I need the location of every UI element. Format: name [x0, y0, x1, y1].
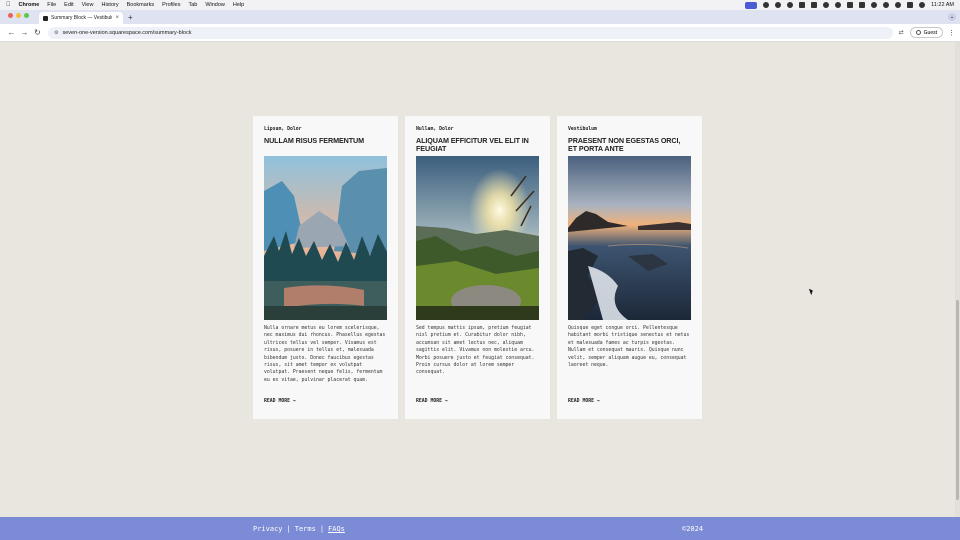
search-icon[interactable]: [895, 2, 902, 8]
summary-card: Lipsum, Dolor NULLAM RISUS FERMENTUM Nul…: [253, 116, 398, 419]
forward-arrow-icon[interactable]: →: [18, 28, 31, 37]
keyboard-icon[interactable]: [847, 2, 854, 8]
guest-profile-button[interactable]: Guest: [909, 27, 943, 38]
url-text[interactable]: seven-one-version.squarespace.com/summar…: [62, 30, 191, 36]
macos-menu-bar:  Chrome File Edit View History Bookmark…: [0, 0, 960, 10]
card-image-rocky-coast[interactable]: [568, 156, 691, 320]
menu-view[interactable]: View: [82, 2, 94, 8]
read-more-link[interactable]: READ MORE →: [568, 399, 600, 404]
zoom-window-icon[interactable]: [24, 12, 29, 18]
profile-icon: [915, 30, 921, 35]
battery-icon[interactable]: [859, 2, 866, 8]
squarespace-favicon-icon: [43, 15, 48, 21]
card-title[interactable]: ALIQUAM EFFICITUR VEL ELIT IN FEUGIAT: [416, 136, 539, 156]
footer-links: Privacy | Terms | FAQs: [253, 525, 345, 533]
read-more-link[interactable]: READ MORE →: [264, 399, 296, 404]
new-tab-icon[interactable]: +: [128, 12, 133, 24]
summary-card: Nullam, Dolor ALIQUAM EFFICITUR VEL ELIT…: [405, 116, 550, 419]
status-icon[interactable]: [763, 2, 770, 8]
card-image-sunset-hills[interactable]: [416, 156, 539, 320]
card-excerpt: Quisque eget congue orci. Pellentesque h…: [568, 326, 690, 369]
bluetooth-icon[interactable]: [823, 2, 830, 8]
close-window-icon[interactable]: [8, 12, 13, 18]
menu-history[interactable]: History: [101, 2, 118, 8]
guest-label: Guest: [923, 29, 937, 36]
browser-tab-strip: Summary Block — Vestibulu... × + ⌄: [0, 10, 960, 24]
card-excerpt: Sed tempus mattis ipsum, pretium feugiat…: [416, 326, 535, 376]
terms-link[interactable]: Terms: [295, 525, 316, 533]
menu-file[interactable]: File: [47, 2, 56, 8]
copyright-text: ©2024: [682, 525, 704, 533]
moon-icon[interactable]: [775, 2, 782, 8]
card-image-mountain-valley[interactable]: [264, 156, 387, 320]
site-settings-icon[interactable]: ⚙: [54, 30, 58, 36]
site-footer: Privacy | Terms | FAQs ©2024: [0, 517, 960, 540]
wifi-icon[interactable]: [871, 2, 878, 8]
summary-card: Vestibulum PRAESENT NON EGESTAS ORCI, ET…: [557, 116, 702, 419]
page-scrollbar[interactable]: [955, 42, 960, 517]
menu-window[interactable]: Window: [205, 2, 225, 8]
user-icon[interactable]: [883, 2, 890, 8]
card-excerpt: Nulla ornare metus eu lorem scelerisque,…: [264, 326, 386, 383]
clipboard-icon[interactable]: [811, 2, 818, 8]
window-controls: [0, 10, 35, 24]
reload-icon[interactable]: ↻: [31, 28, 44, 37]
card-category[interactable]: Lipsum, Dolor: [264, 127, 387, 133]
card-category[interactable]: Nullam, Dolor: [416, 127, 539, 133]
control-center-icon[interactable]: [907, 2, 914, 8]
screen-record-icon[interactable]: [745, 1, 758, 9]
status-icons: 11:22 AM: [745, 1, 954, 9]
menu-profiles[interactable]: Profiles: [162, 2, 180, 8]
card-title[interactable]: PRAESENT NON EGESTAS ORCI, ET PORTA ANTE: [568, 136, 691, 156]
faqs-link[interactable]: FAQs: [328, 525, 345, 533]
siri-icon[interactable]: [919, 2, 926, 8]
clock[interactable]: 11:22 AM: [931, 2, 954, 8]
browser-toolbar: ← → ↻ ⚙ seven-one-version.squarespace.co…: [0, 24, 960, 42]
privacy-link[interactable]: Privacy: [253, 525, 283, 533]
tab-search-chevron-icon[interactable]: ⌄: [948, 13, 956, 21]
menu-app-name[interactable]: Chrome: [19, 2, 40, 8]
close-tab-icon[interactable]: ×: [115, 15, 119, 21]
card-category[interactable]: Vestibulum: [568, 127, 691, 133]
menu-bookmarks[interactable]: Bookmarks: [127, 2, 155, 8]
browser-tab[interactable]: Summary Block — Vestibulu... ×: [39, 12, 123, 24]
minimize-window-icon[interactable]: [16, 12, 21, 18]
apple-icon[interactable]: : [6, 2, 11, 8]
status-icon[interactable]: [787, 2, 794, 8]
translate-icon[interactable]: ⇄: [899, 29, 904, 36]
footer-separator: |: [319, 525, 325, 533]
menu-help[interactable]: Help: [233, 2, 244, 8]
menu-edit[interactable]: Edit: [64, 2, 73, 8]
address-bar[interactable]: ⚙ seven-one-version.squarespace.com/summ…: [48, 26, 893, 39]
read-more-link[interactable]: READ MORE →: [416, 399, 448, 404]
volume-icon[interactable]: [835, 2, 842, 8]
mouse-cursor-icon: [808, 287, 815, 296]
scrollbar-thumb[interactable]: [956, 300, 959, 500]
shield-icon[interactable]: [799, 2, 806, 8]
card-title[interactable]: NULLAM RISUS FERMENTUM: [264, 136, 387, 156]
back-arrow-icon[interactable]: ←: [5, 28, 18, 37]
more-menu-icon[interactable]: ⋮: [948, 29, 955, 37]
menu-tab[interactable]: Tab: [188, 2, 197, 8]
footer-separator: |: [286, 525, 291, 533]
tab-title: Summary Block — Vestibulu...: [51, 15, 113, 21]
